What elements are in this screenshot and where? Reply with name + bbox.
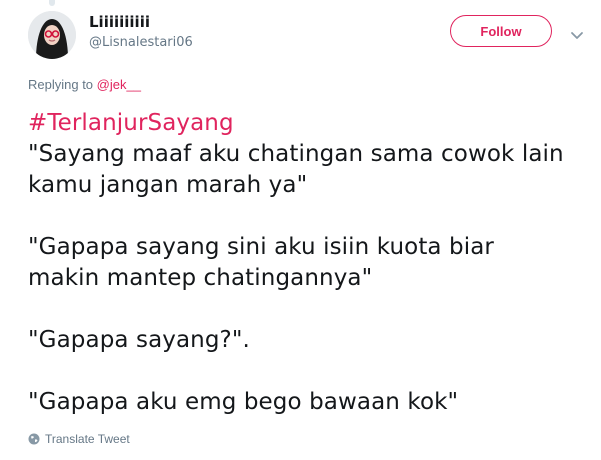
replying-to: Replying to @jek__ [28,77,141,92]
display-name[interactable]: Liiiiiiiiii [89,13,150,31]
tweet-text: #TerlanjurSayang "Sayang maaf aku chatin… [28,108,598,418]
follow-button[interactable]: Follow [450,15,552,47]
replying-to-label: Replying to [28,77,94,92]
replying-to-mention-link[interactable]: @jek__ [97,77,141,92]
tweet-line: makin mantep chatingannya" [28,265,373,291]
globe-icon [28,433,40,445]
thread-connector [49,0,55,6]
tweet-line: "Gapapa aku emg bego bawaan kok" [28,389,459,415]
tweet-line: "Gapapa sayang?". [28,327,250,353]
hashtag-link[interactable]: #TerlanjurSayang [28,110,234,136]
tweet-line: kamu jangan marah ya" [28,172,308,198]
translate-tweet-link[interactable]: Translate Tweet [28,432,130,446]
avatar[interactable] [28,11,76,59]
avatar-image [28,11,76,59]
chevron-down-icon[interactable] [570,26,584,39]
tweet-line: "Sayang maaf aku chatingan sama cowok la… [28,141,564,167]
tweet-line: "Gapapa sayang sini aku isiin kuota biar [28,234,494,260]
translate-tweet-label: Translate Tweet [45,432,130,446]
screen-name[interactable]: @Lisnalestari06 [89,35,193,50]
